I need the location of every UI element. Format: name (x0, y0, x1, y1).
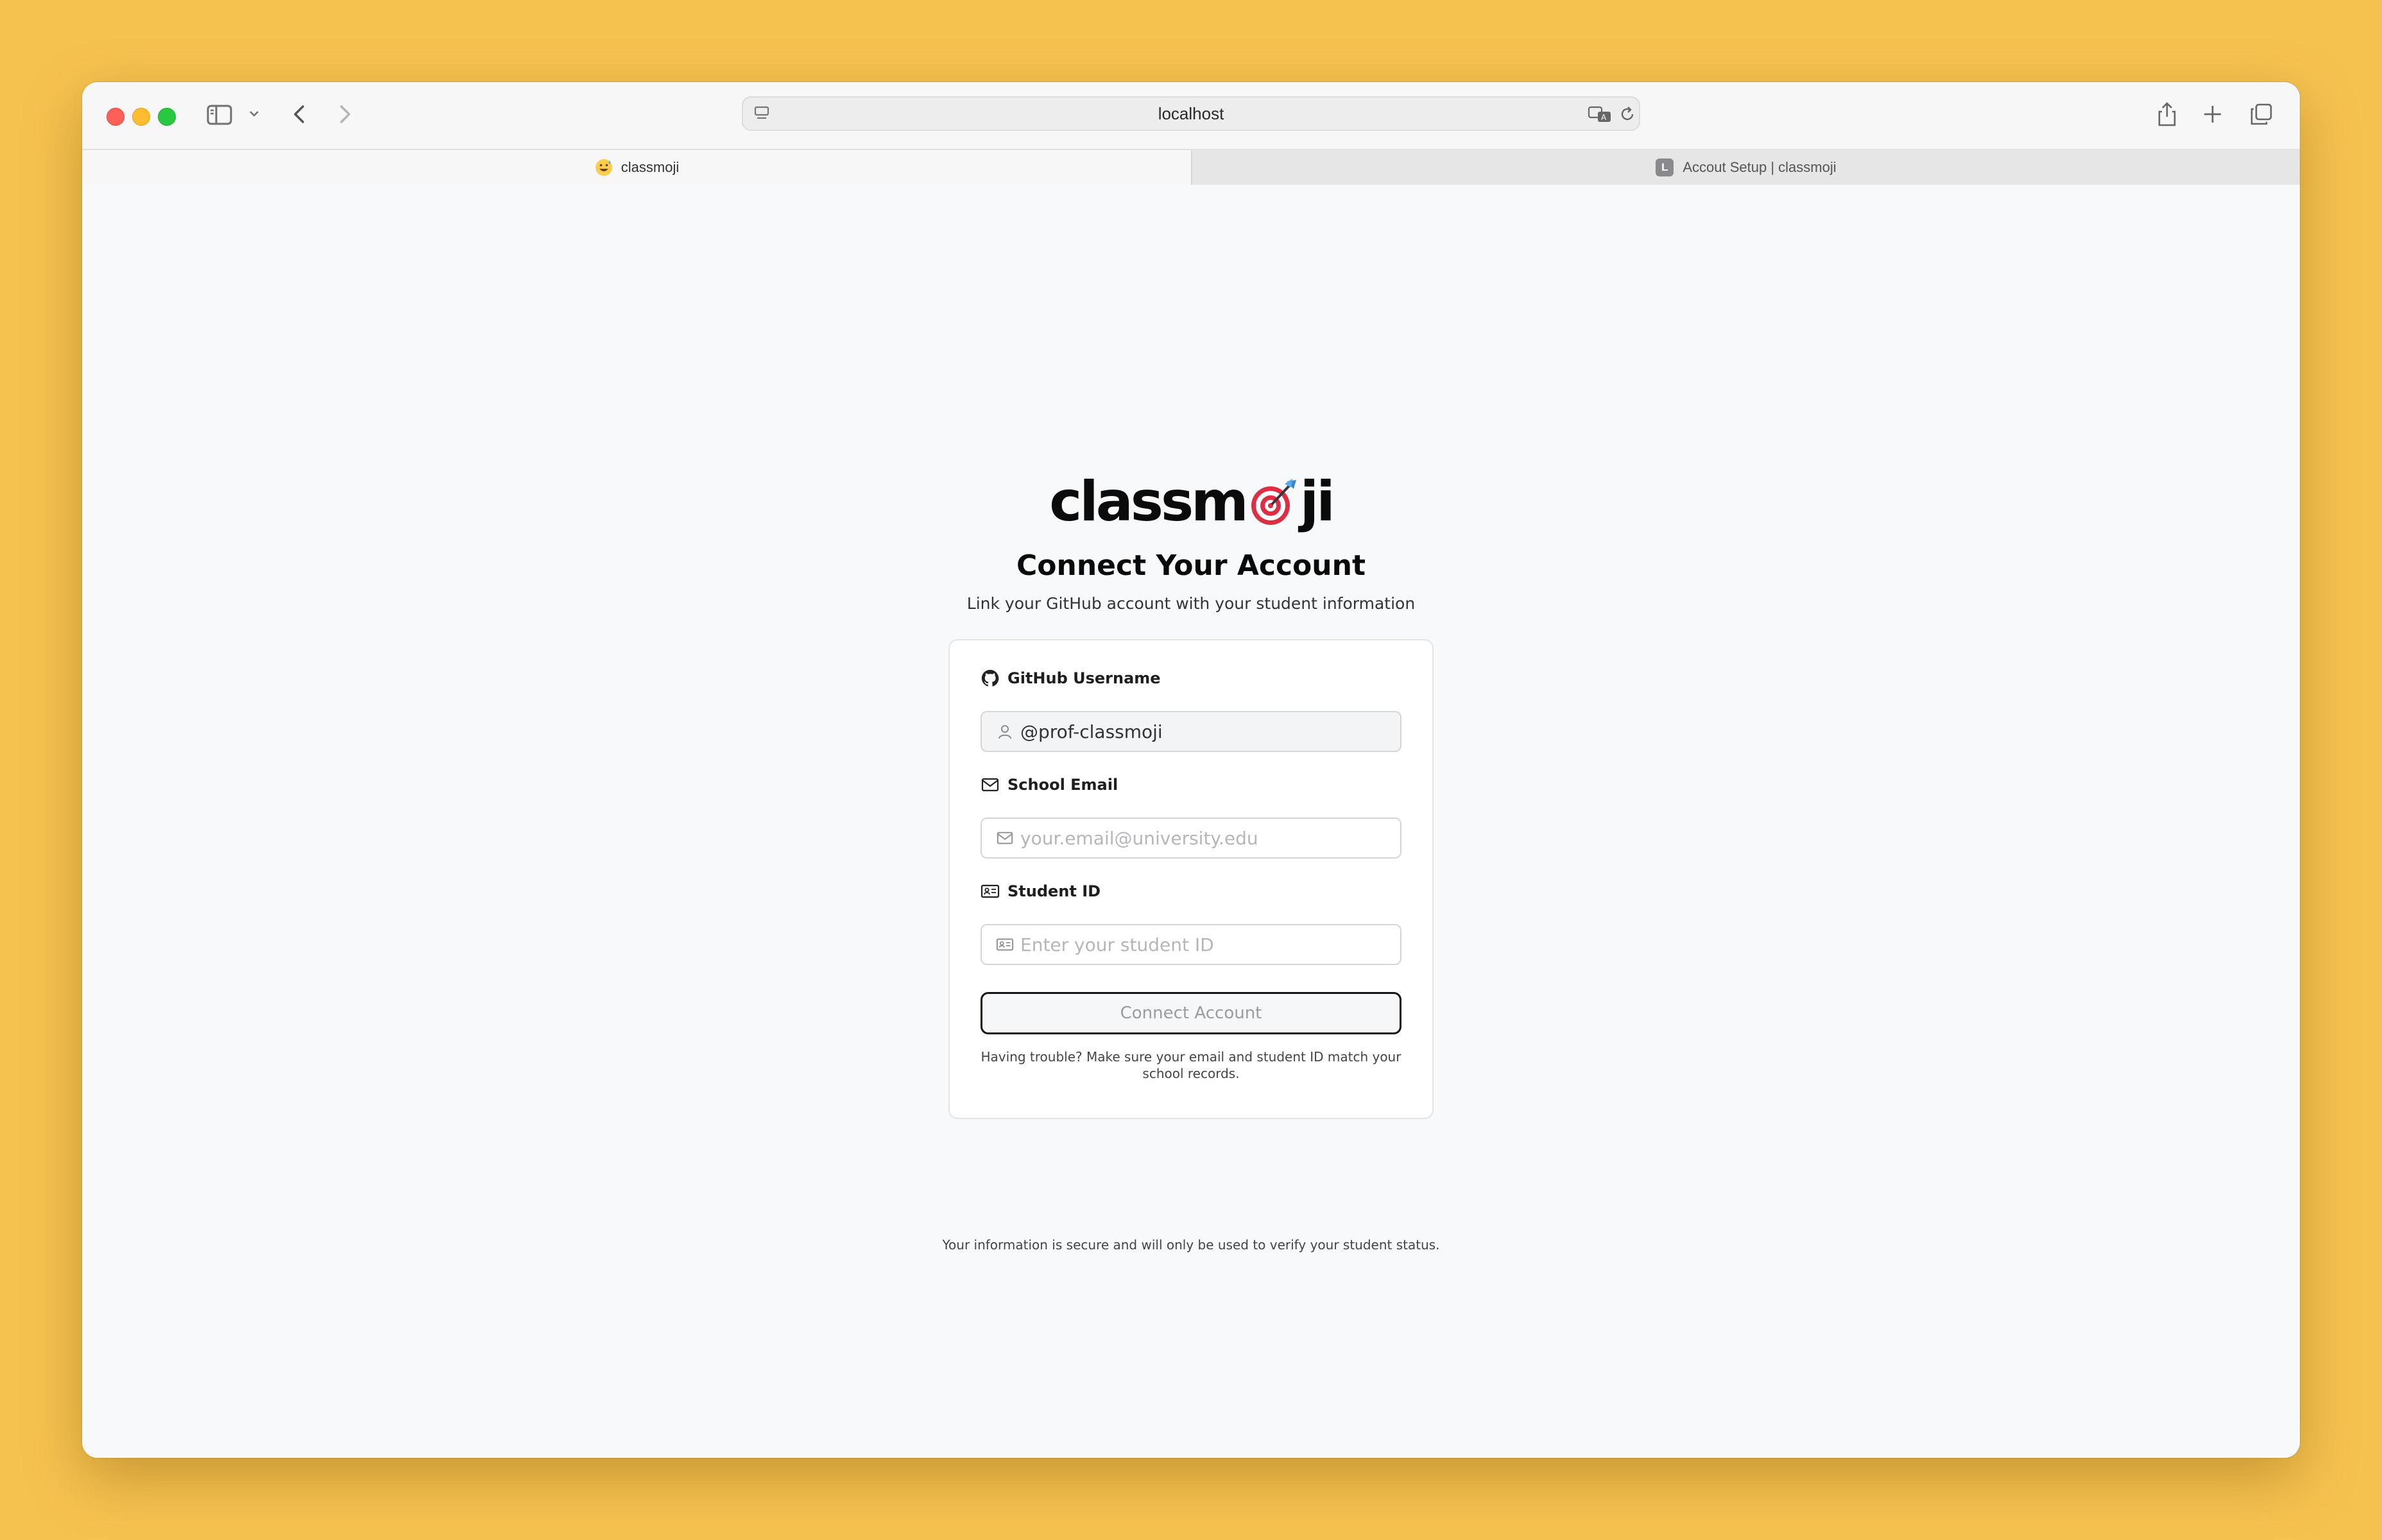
zoom-window-button[interactable] (158, 108, 176, 126)
page-title: Connect Your Account (1016, 549, 1366, 582)
student-id-placeholder[interactable]: Enter your student ID (1020, 934, 1214, 955)
mail-icon (981, 775, 1000, 794)
logo-text-right: ji (1299, 470, 1335, 534)
sidebar-toggle-icon[interactable] (207, 104, 232, 126)
svg-text:A: A (1601, 113, 1607, 122)
student-id-field[interactable]: Enter your student ID (981, 924, 1401, 965)
mail-icon (996, 829, 1014, 847)
label-text: School Email (1007, 776, 1118, 794)
tab-overview-icon[interactable] (2250, 103, 2273, 126)
address-bar[interactable]: localhost A (742, 96, 1640, 131)
chevron-down-icon[interactable] (248, 109, 261, 119)
help-text: Having trouble? Make sure your email and… (981, 1049, 1401, 1081)
connect-account-button[interactable]: Connect Account (981, 992, 1401, 1034)
share-icon[interactable] (2156, 101, 2178, 127)
tab-label: classmoji (621, 159, 680, 175)
close-window-button[interactable] (107, 108, 124, 126)
browser-window: localhost A classmoji L Accout Setup | c… (82, 82, 2300, 1458)
security-notice: Your information is secure and will only… (942, 1237, 1440, 1253)
user-icon (996, 723, 1014, 740)
tab-account-setup[interactable]: L Accout Setup | classmoji (1191, 150, 2300, 185)
github-username-field[interactable]: @prof-classmoji (981, 711, 1401, 752)
translate-icon[interactable]: A (1588, 105, 1613, 123)
id-card-icon (981, 882, 1000, 901)
back-arrow-icon[interactable] (290, 103, 309, 126)
school-email-label: School Email (981, 775, 1118, 794)
forward-arrow-icon[interactable] (335, 103, 354, 126)
favicon-letter: L (1656, 158, 1674, 176)
tab-classmoji[interactable]: classmoji (82, 150, 1191, 185)
label-text: GitHub Username (1007, 669, 1161, 687)
school-email-placeholder[interactable]: your.email@university.edu (1020, 828, 1258, 849)
dart-target-icon (1247, 476, 1299, 527)
label-text: Student ID (1007, 882, 1101, 900)
connect-account-form: GitHub Username @prof-classmoji School E… (948, 639, 1434, 1119)
logo-text-left: classm (1049, 470, 1248, 534)
classmoji-logo: classm ji (1049, 470, 1335, 534)
github-username-value[interactable]: @prof-classmoji (1020, 721, 1163, 742)
new-tab-icon[interactable] (2202, 104, 2223, 124)
grinning-sweat-emoji-icon (594, 158, 613, 177)
github-icon (981, 669, 1000, 688)
url-text[interactable]: localhost (743, 98, 1639, 130)
school-email-field[interactable]: your.email@university.edu (981, 817, 1401, 859)
tab-bar: classmoji L Accout Setup | classmoji (82, 149, 2300, 185)
id-card-icon (996, 936, 1014, 954)
student-id-label: Student ID (981, 882, 1101, 901)
page-subtitle: Link your GitHub account with your stude… (966, 594, 1416, 613)
minimize-window-button[interactable] (132, 108, 150, 126)
reload-icon[interactable] (1618, 105, 1636, 123)
browser-toolbar: localhost A (82, 82, 2300, 149)
github-username-label: GitHub Username (981, 669, 1161, 688)
tab-label: Accout Setup | classmoji (1683, 159, 1837, 175)
